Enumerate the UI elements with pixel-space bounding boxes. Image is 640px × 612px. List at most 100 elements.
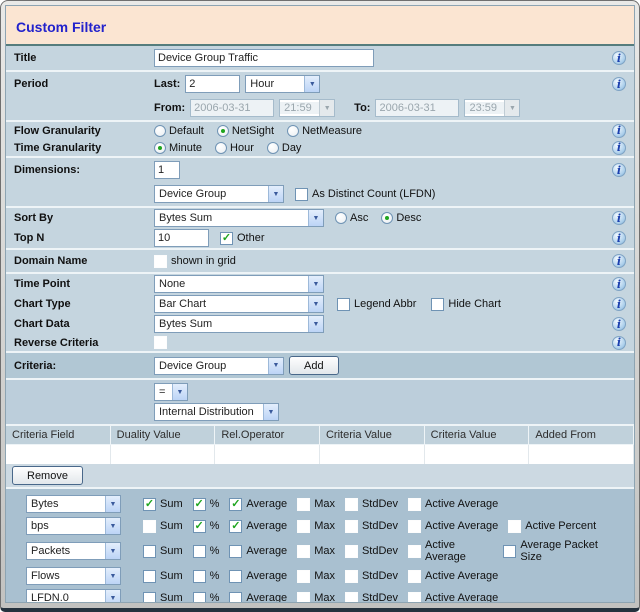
metric-checkbox-average[interactable]: Average xyxy=(229,591,287,602)
criteria-field-select[interactable]: Device Group ▼ xyxy=(154,356,284,375)
dimensions-count-input[interactable] xyxy=(154,161,180,179)
metric-checkbox-average[interactable]: Average xyxy=(229,569,287,583)
radio-asc[interactable]: Asc xyxy=(335,212,368,224)
time-point-select[interactable]: None ▼ xyxy=(154,275,324,293)
checkbox-icon[interactable] xyxy=(337,297,350,311)
metric-row-bps: bps▼ Sum % Average Max StdDev Active Ave… xyxy=(6,515,634,537)
metric-checkbox-sum[interactable]: Sum xyxy=(143,544,183,558)
operator-row: = ▼ xyxy=(6,382,634,402)
info-icon[interactable]: i xyxy=(612,317,626,331)
radio-netsight[interactable]: NetSight xyxy=(216,124,274,137)
time-granularity-label: Time Granularity xyxy=(14,141,102,154)
add-button[interactable]: Add xyxy=(289,356,339,375)
checkbox-icon[interactable] xyxy=(229,569,243,583)
checkbox-icon[interactable] xyxy=(229,497,243,511)
radio-icon[interactable] xyxy=(266,141,279,154)
radio-hour[interactable]: Hour xyxy=(215,141,254,154)
chart-data-select[interactable]: Bytes Sum ▼ xyxy=(154,315,324,333)
radio-desc[interactable]: Desc xyxy=(381,212,421,224)
info-icon[interactable]: i xyxy=(612,297,626,311)
remove-button[interactable]: Remove xyxy=(12,466,83,485)
other-checkbox[interactable]: Other xyxy=(220,231,265,245)
radio-icon[interactable] xyxy=(154,141,166,154)
metric-checkbox-average-packet-size[interactable]: Average Packet Size xyxy=(503,539,616,563)
metric-checkbox-average[interactable]: Average xyxy=(229,519,287,533)
radio-icon[interactable] xyxy=(381,212,394,224)
to-date-input xyxy=(375,99,460,117)
info-icon[interactable]: i xyxy=(612,231,626,245)
checkbox-icon[interactable] xyxy=(192,544,206,558)
radio-icon[interactable] xyxy=(335,212,347,224)
shown-in-grid-checkbox: shown in grid xyxy=(154,254,236,268)
checkbox-icon[interactable] xyxy=(229,519,243,533)
metric-checkbox-sum[interactable]: Sum xyxy=(143,497,183,511)
dimension-select[interactable]: Device Group ▼ xyxy=(154,185,284,203)
metric-select[interactable]: LFDN.0 ▼ xyxy=(26,589,121,602)
metric-checkbox-stddev: StdDev xyxy=(344,497,398,511)
checkbox-icon[interactable] xyxy=(295,187,308,201)
metric-checkbox-percent[interactable]: % xyxy=(192,519,219,533)
top-n-input[interactable] xyxy=(154,229,209,247)
checkbox-icon[interactable] xyxy=(229,591,243,602)
info-icon[interactable]: i xyxy=(612,254,626,268)
distinct-count-checkbox[interactable]: As Distinct Count (LFDN) xyxy=(295,187,435,201)
checkbox-icon[interactable] xyxy=(229,544,243,558)
radio-netmeasure[interactable]: NetMeasure xyxy=(287,124,362,137)
info-icon[interactable]: i xyxy=(612,140,626,155)
metric-checkbox-percent[interactable]: % xyxy=(192,569,219,583)
hide-chart-checkbox[interactable]: Hide Chart xyxy=(431,297,501,311)
radio-day[interactable]: Day xyxy=(266,141,301,154)
metric-checkbox-percent[interactable]: % xyxy=(192,544,219,558)
criteria-value-select[interactable]: Internal Distribution ▼ xyxy=(154,403,279,421)
checkbox-icon[interactable] xyxy=(143,544,156,558)
title-label: Title xyxy=(14,52,37,64)
metric-select[interactable]: Bytes ▼ xyxy=(26,495,121,513)
radio-icon[interactable] xyxy=(215,141,228,154)
checkbox-icon[interactable] xyxy=(143,569,156,583)
checkbox-icon[interactable] xyxy=(431,297,445,311)
last-count-input[interactable] xyxy=(185,75,241,93)
title-input[interactable] xyxy=(154,49,374,67)
checkbox-icon xyxy=(408,519,422,533)
chart-type-select[interactable]: Bar Chart ▼ xyxy=(154,295,324,313)
metric-checkbox-percent[interactable]: % xyxy=(192,591,219,602)
radio-icon[interactable] xyxy=(287,124,300,137)
sort-by-select[interactable]: Bytes Sum ▼ xyxy=(154,209,324,227)
radio-default[interactable]: Default xyxy=(154,124,204,137)
metric-checkbox-percent[interactable]: % xyxy=(192,497,219,511)
chevron-down-icon: ▼ xyxy=(319,100,335,116)
checkbox-icon[interactable] xyxy=(143,591,156,602)
checkbox-icon[interactable] xyxy=(192,591,206,602)
info-icon[interactable]: i xyxy=(612,51,626,65)
checkbox-icon[interactable] xyxy=(192,569,206,583)
radio-icon[interactable] xyxy=(154,124,166,137)
info-icon[interactable]: i xyxy=(612,163,626,177)
checkbox-icon[interactable] xyxy=(192,497,206,511)
checkbox-icon[interactable] xyxy=(503,544,517,558)
metric-select[interactable]: Packets ▼ xyxy=(26,542,121,560)
criteria-value-row: Internal Distribution ▼ xyxy=(6,402,634,422)
legend-abbr-checkbox[interactable]: Legend Abbr xyxy=(337,297,416,311)
metric-checkbox-sum[interactable]: Sum xyxy=(143,591,183,602)
metric-select[interactable]: bps ▼ xyxy=(26,517,121,535)
metric-checkbox-average[interactable]: Average xyxy=(229,497,287,511)
from-date-input xyxy=(190,99,275,117)
operator-select[interactable]: = ▼ xyxy=(154,383,188,401)
checkbox-icon[interactable] xyxy=(143,497,156,511)
radio-icon[interactable] xyxy=(216,124,229,137)
metric-select[interactable]: Flows ▼ xyxy=(26,567,121,585)
checkbox-icon xyxy=(344,519,358,533)
radio-minute[interactable]: Minute xyxy=(154,141,202,154)
checkbox-icon[interactable] xyxy=(192,519,206,533)
info-icon[interactable]: i xyxy=(612,211,626,225)
metric-checkbox-average[interactable]: Average xyxy=(229,544,287,558)
metric-checkbox-stddev: StdDev xyxy=(344,544,398,558)
metric-checkbox-sum[interactable]: Sum xyxy=(143,569,183,583)
metric-checkbox-sum: Sum xyxy=(143,519,183,533)
info-icon[interactable]: i xyxy=(612,335,626,350)
last-unit-select[interactable]: Hour ▼ xyxy=(245,75,321,93)
info-icon[interactable]: i xyxy=(612,277,626,291)
info-icon[interactable]: i xyxy=(612,77,626,91)
info-icon[interactable]: i xyxy=(612,123,626,138)
checkbox-icon[interactable] xyxy=(220,231,233,245)
